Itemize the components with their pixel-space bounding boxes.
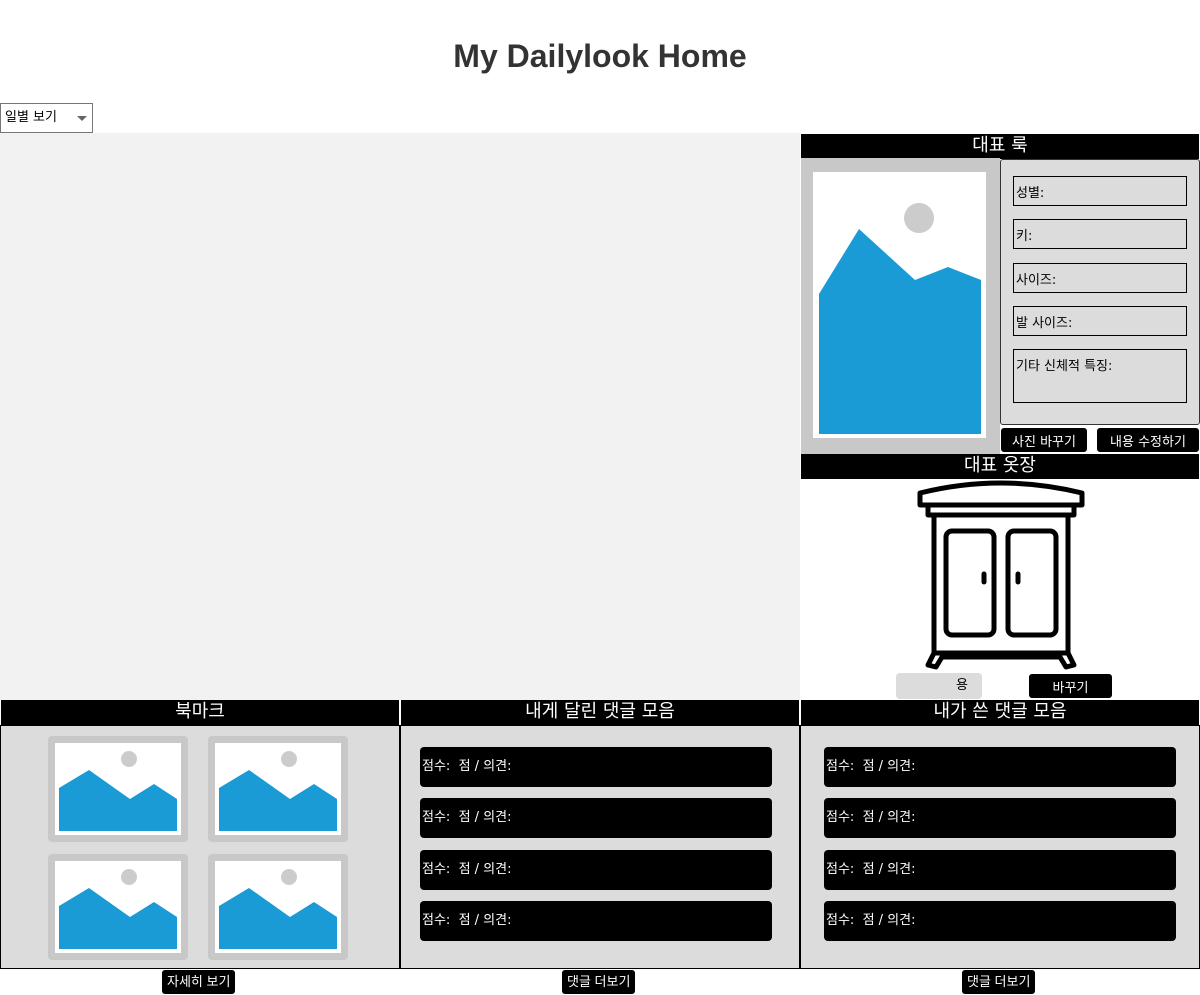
view-mode-selected-label: 일별 보기 [5,110,57,125]
page-title: My Dailylook Home [453,38,747,74]
comment-item[interactable]: 점수: 점 / 의견: [824,798,1176,838]
calendar-area[interactable] [0,133,800,700]
comment-item[interactable]: 점수: 점 / 의견: [420,747,772,787]
bookmark-thumbnail[interactable] [208,854,348,960]
rep-closet-area [800,479,1200,700]
comment-item[interactable]: 점수: 점 / 의견: [420,798,772,838]
rep-look-header: 대표 룩 [801,134,1199,159]
rep-closet-header: 대표 옷장 [801,454,1199,479]
bookmarks-panel [0,725,400,969]
foot-size-field[interactable]: 발 사이즈: [1013,306,1187,336]
gender-field[interactable]: 성별: [1013,176,1187,206]
received-comments-more-button[interactable]: 댓글 더보기 [562,970,636,994]
image-placeholder-icon [219,869,337,949]
bookmark-thumbnail[interactable] [48,854,188,960]
comment-item[interactable]: 점수: 점 / 의견: [420,850,772,890]
closet-toggle[interactable]: 용 [896,673,982,699]
size-field[interactable]: 사이즈: [1013,263,1187,293]
edit-info-button[interactable]: 내용 수정하기 [1097,428,1199,452]
comment-item[interactable]: 점수: 점 / 의견: [824,850,1176,890]
image-placeholder-icon [219,751,337,831]
rep-look-info-panel: 성별: 키: 사이즈: 발 사이즈: 기타 신체적 특징: [1000,159,1200,425]
bookmark-thumbnail[interactable] [208,736,348,842]
comment-item[interactable]: 점수: 점 / 의견: [824,747,1176,787]
change-closet-button[interactable]: 바꾸기 [1029,674,1112,698]
received-comments-header: 내게 달린 댓글 모음 [401,700,799,725]
comment-item[interactable]: 점수: 점 / 의견: [824,901,1176,941]
image-placeholder-icon [813,172,986,438]
change-photo-button[interactable]: 사진 바꾸기 [1001,428,1087,452]
image-placeholder-icon [59,869,177,949]
wardrobe-icon [917,480,1085,670]
height-field[interactable]: 키: [1013,219,1187,249]
bookmarks-header: 북마크 [1,700,399,725]
written-comments-more-button[interactable]: 댓글 더보기 [962,970,1036,994]
written-comments-header: 내가 쓴 댓글 모음 [801,700,1199,725]
chevron-down-icon [77,116,87,121]
other-features-field[interactable]: 기타 신체적 특징: [1013,349,1187,403]
received-comments-panel: 점수: 점 / 의견: 점수: 점 / 의견: 점수: 점 / 의견: 점수: … [400,725,800,969]
bookmark-thumbnail[interactable] [48,736,188,842]
image-placeholder-icon [59,751,177,831]
bookmarks-more-button[interactable]: 자세히 보기 [162,970,236,994]
comment-item[interactable]: 점수: 점 / 의견: [420,901,772,941]
view-mode-select[interactable]: 일별 보기 [0,103,93,133]
rep-look-photo[interactable] [813,172,986,438]
written-comments-panel: 점수: 점 / 의견: 점수: 점 / 의견: 점수: 점 / 의견: 점수: … [800,725,1200,969]
